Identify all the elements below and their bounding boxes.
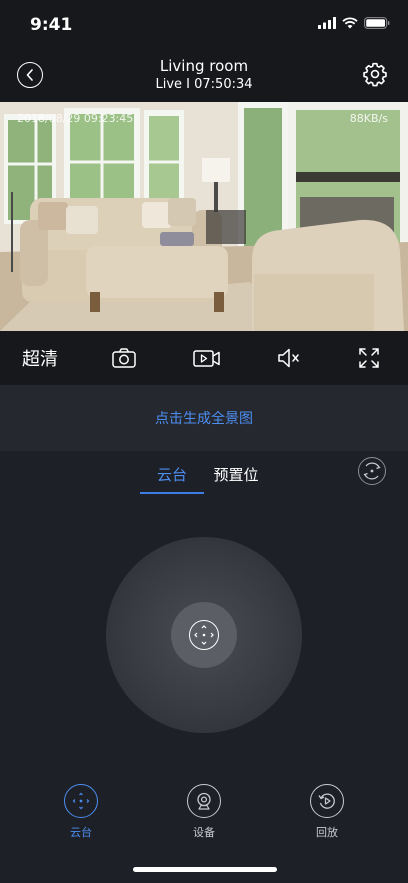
rotate-icon [363, 462, 381, 480]
status-time: 9:41 [30, 15, 73, 35]
bottom-nav: 云台 设备 回放 [0, 784, 408, 844]
nav-bar: Living room Live I 07:50:34 [0, 50, 408, 102]
gear-icon [363, 62, 387, 87]
bottom-nav-playback[interactable]: 回放 [287, 784, 367, 840]
video-controls: 超清 [0, 331, 408, 385]
video-timestamp: 2018/08/29 09:23:45 [17, 112, 134, 125]
living-room-image [0, 102, 408, 331]
camera-icon [112, 348, 136, 368]
auto-rotate-button[interactable] [358, 457, 386, 485]
page-title: Living room [159, 57, 249, 75]
bottom-nav-playback-label: 回放 [316, 826, 338, 839]
tab-preset[interactable]: 预置位 [204, 464, 268, 485]
direction-icon [189, 620, 219, 650]
ptz-panel: 云台 预置位 云台 设备 回放 [0, 451, 408, 883]
generate-panorama-link[interactable]: 点击生成全景图 [155, 408, 253, 428]
signal-icon [318, 17, 336, 29]
fullscreen-icon [359, 348, 379, 368]
mute-button[interactable] [275, 345, 301, 371]
live-status: Live I 07:50:34 [155, 77, 253, 92]
snapshot-button[interactable] [111, 345, 137, 371]
home-indicator[interactable] [133, 867, 277, 872]
battery-icon [364, 17, 390, 29]
bottom-nav-ptz-label: 云台 [70, 826, 92, 839]
video-record-icon [193, 350, 220, 367]
ptz-icon [64, 784, 98, 818]
video-bitrate: 88KB/s [349, 112, 388, 125]
fullscreen-button[interactable] [356, 345, 382, 371]
live-video-feed[interactable]: 2018/08/29 09:23:45 88KB/s [0, 102, 408, 331]
ptz-joystick[interactable] [106, 537, 302, 733]
bottom-nav-device[interactable]: 设备 [164, 784, 244, 840]
joystick-knob[interactable] [171, 602, 237, 668]
status-icons [318, 17, 390, 29]
quality-button[interactable]: 超清 [22, 345, 58, 371]
device-camera-icon [187, 784, 221, 818]
status-bar: 9:41 [0, 0, 408, 50]
mute-icon [278, 348, 299, 368]
playback-icon [310, 784, 344, 818]
record-button[interactable] [192, 345, 222, 371]
panorama-section: 点击生成全景图 [0, 385, 408, 451]
tab-active-indicator [140, 492, 204, 494]
settings-button[interactable] [362, 61, 388, 87]
bottom-nav-device-label: 设备 [193, 826, 215, 839]
wifi-icon [342, 17, 358, 29]
bottom-nav-ptz[interactable]: 云台 [41, 784, 121, 840]
tab-ptz[interactable]: 云台 [140, 464, 204, 485]
